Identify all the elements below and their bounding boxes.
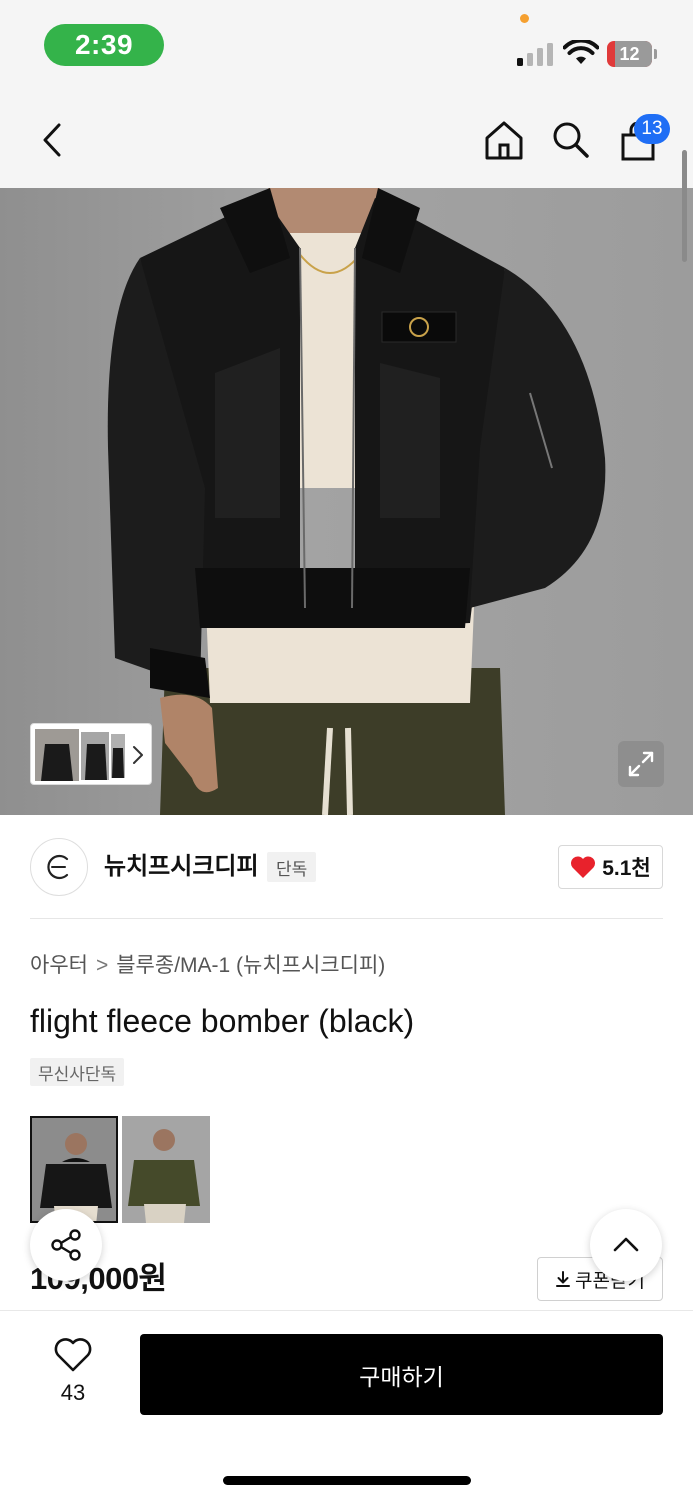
color-option-black[interactable] xyxy=(30,1116,118,1223)
product-title: flight fleece bomber (black) xyxy=(30,1003,415,1039)
buy-button[interactable]: 구매하기 xyxy=(140,1334,663,1415)
battery-icon: 12 xyxy=(607,41,657,67)
back-icon[interactable] xyxy=(30,118,74,162)
home-icon[interactable] xyxy=(482,117,526,163)
status-bar: 2:39 12 xyxy=(0,0,693,92)
breadcrumb-category[interactable]: 아우터 xyxy=(30,954,88,977)
privacy-indicator-dot xyxy=(520,14,529,23)
status-time[interactable]: 2:39 xyxy=(44,24,164,66)
wifi-icon xyxy=(563,40,599,64)
breadcrumb: 아우터 > 블루종/MA-1 (뉴치프시크디피) xyxy=(30,952,385,980)
color-option-khaki[interactable] xyxy=(122,1116,210,1223)
download-icon xyxy=(556,1271,571,1287)
brand-logo[interactable] xyxy=(30,838,88,896)
exclusive-badge: 단독 xyxy=(267,852,317,882)
search-icon[interactable] xyxy=(548,117,592,161)
breadcrumb-subcategory[interactable]: 블루종/MA-1 (뉴치프시크디피) xyxy=(116,954,385,977)
product-hero-image[interactable] xyxy=(0,188,693,815)
scrollbar[interactable] xyxy=(682,150,687,262)
wishlist-count: 43 xyxy=(60,1380,86,1405)
brand-name[interactable]: 뉴치프시크디피 xyxy=(104,850,259,884)
scroll-to-top-button[interactable] xyxy=(590,1209,662,1281)
signal-icon xyxy=(517,42,555,66)
battery-level: 12 xyxy=(619,43,640,64)
chevron-up-icon xyxy=(613,1237,639,1252)
expand-icon xyxy=(628,751,654,777)
home-indicator[interactable] xyxy=(223,1476,471,1485)
heart-outline-icon[interactable] xyxy=(53,1337,93,1373)
chevron-right-icon[interactable] xyxy=(128,742,148,768)
expand-image-button[interactable] xyxy=(618,741,664,787)
musinsa-exclusive-tag: 무신사단독 xyxy=(30,1058,125,1086)
chevron-right-icon: > xyxy=(95,954,109,977)
share-button[interactable] xyxy=(30,1209,102,1281)
brand-like-button[interactable]: 5.1천 xyxy=(558,845,663,889)
share-icon xyxy=(51,1229,81,1261)
cart-count-badge: 13 xyxy=(634,114,670,144)
heart-filled-icon xyxy=(571,856,596,878)
divider xyxy=(30,918,663,919)
brand-like-count: 5.1천 xyxy=(602,857,651,880)
